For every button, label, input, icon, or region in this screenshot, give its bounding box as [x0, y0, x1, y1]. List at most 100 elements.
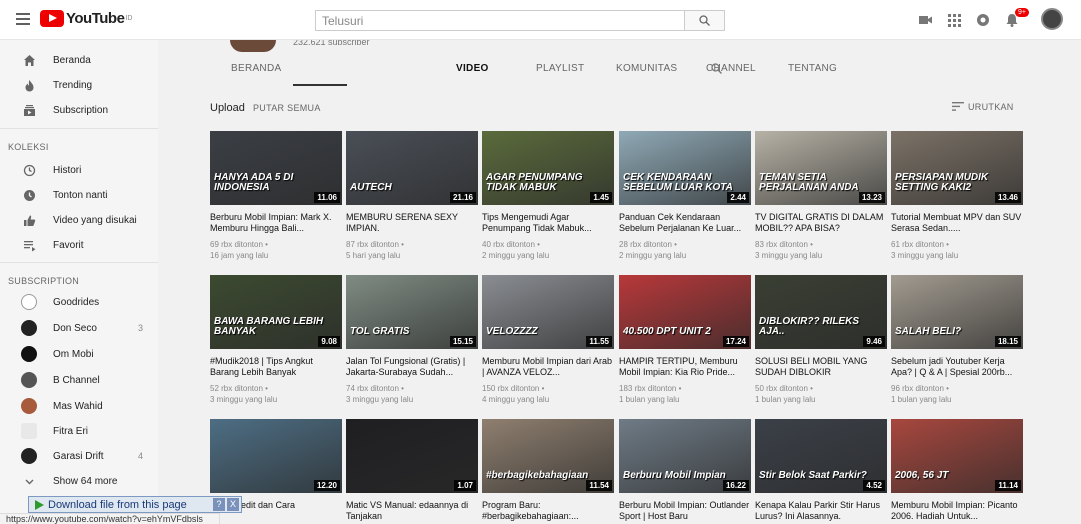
sidebar-subscription-garasi-drift[interactable]: Garasi Drift 4 [0, 444, 158, 468]
video-card[interactable]: AGAR PENUMPANG TIDAK MABUK 1.45 Tips Menge… [482, 131, 614, 263]
video-card[interactable]: #berbagikebahagiaan 11.54 Program Baru: #b… [482, 419, 614, 521]
video-title[interactable]: #Mudik2018 | Tips Angkut Barang Lebih Ba… [210, 356, 342, 378]
play-logo-icon [40, 10, 64, 27]
video-thumbnail[interactable]: Berburu Mobil Impian 16.22 [619, 419, 751, 493]
video-title[interactable]: SOLUSI BELI MOBIL YANG SUDAH DIBLOKIR [755, 356, 887, 378]
video-card[interactable]: 40.500 DPT UNIT 2 17.24 HAMPIR TERTIPU, Me… [619, 275, 751, 407]
channel-tabs: BERANDA VIDEO PLAYLIST KOMUNITAS CHANNEL… [158, 56, 1081, 86]
video-card[interactable]: PERSIAPAN MUDIK SETTING KAKI2 13.46 Tutori… [891, 131, 1023, 263]
sort-icon[interactable] [952, 102, 964, 111]
video-thumbnail[interactable]: PERSIAPAN MUDIK SETTING KAKI2 13.46 [891, 131, 1023, 205]
video-thumbnail[interactable]: 2006, 56 JT 11.14 [891, 419, 1023, 493]
video-thumbnail[interactable]: 12.20 [210, 419, 342, 493]
video-title[interactable]: Berburu Mobil Impian: Mark X. Memburu Hi… [210, 212, 342, 234]
video-title[interactable]: Tips Mengemudi Agar Penumpang Tidak Mabu… [482, 212, 614, 234]
video-title[interactable]: Memburu Mobil Impian dari Arab | AVANZA … [482, 356, 614, 378]
video-card[interactable]: DIBLOKIR?? RILEKS AJA.. 9.46 SOLUSI BELI M… [755, 275, 887, 407]
channel-avatar[interactable] [230, 40, 276, 52]
video-card[interactable]: SALAH BELI? 18.15 Sebelum jadi Youtuber Ke… [891, 275, 1023, 407]
video-card[interactable]: Berburu Mobil Impian 16.22 Berburu Mobil I… [619, 419, 751, 521]
sidebar-item-watch-later[interactable]: Tonton nanti [0, 183, 158, 207]
video-views: 83 rbx ditonton • [755, 240, 813, 249]
library-heading: KOLEKSI [8, 142, 49, 152]
tab-komunitas[interactable]: KOMUNITAS [616, 63, 677, 74]
video-thumbnail[interactable]: DIBLOKIR?? RILEKS AJA.. 9.46 [755, 275, 887, 349]
sidebar-item-subscriptions[interactable]: Subscription [0, 98, 158, 122]
sidebar-subscription-om-mobi[interactable]: Om Mobi [0, 342, 158, 366]
sidebar-item-history[interactable]: Histori [0, 158, 158, 182]
tab-playlist[interactable]: PLAYLIST [536, 63, 584, 74]
download-help-button[interactable]: ? [213, 498, 225, 511]
video-thumbnail[interactable]: 1.07 [346, 419, 478, 493]
tab-tentang[interactable]: TENTANG [788, 63, 837, 74]
video-meta: 28 rbx ditonton • 2 minggu yang lalu [619, 239, 751, 261]
sidebar-subscription-mas-wahid[interactable]: Mas Wahid [0, 394, 158, 418]
apps-grid-icon[interactable] [946, 12, 962, 28]
sidebar-item-favorites[interactable]: Favorit [0, 233, 158, 257]
video-card[interactable]: VELOZZZZ 11.55 Memburu Mobil Impian dari A… [482, 275, 614, 407]
search-button[interactable] [685, 10, 725, 31]
video-thumbnail[interactable]: Stir Belok Saat Parkir? 4.52 [755, 419, 887, 493]
tab-video[interactable]: VIDEO [456, 63, 489, 74]
video-title[interactable]: Berburu Mobil Impian: Outlander Sport | … [619, 500, 751, 522]
video-thumbnail[interactable]: 40.500 DPT UNIT 2 17.24 [619, 275, 751, 349]
video-card[interactable]: 2006, 56 JT 11.14 Memburu Mobil Impian: Pi… [891, 419, 1023, 521]
video-card[interactable]: 1.07 Matic VS Manual: edaannya di Tanjaka… [346, 419, 478, 521]
video-title[interactable]: Memburu Mobil Impian: Picanto 2006. Hadi… [891, 500, 1023, 522]
search-input[interactable]: Telusuri [315, 10, 685, 31]
video-thumbnail[interactable]: SALAH BELI? 18.15 [891, 275, 1023, 349]
youtube-logo[interactable]: YouTube ID [40, 10, 132, 27]
download-helper-bar[interactable]: Download file from this page ? X [28, 496, 242, 513]
video-title[interactable]: Sebelum jadi Youtuber Kerja Apa? | Q & A… [891, 356, 1023, 378]
channel-search-icon[interactable] [711, 63, 722, 74]
video-title[interactable]: Program Baru: #berbagikebahagiaan:... [482, 500, 614, 522]
download-close-button[interactable]: X [227, 498, 239, 511]
video-thumbnail[interactable]: VELOZZZZ 11.55 [482, 275, 614, 349]
video-thumbnail[interactable]: #berbagikebahagiaan 11.54 [482, 419, 614, 493]
video-thumbnail[interactable]: AGAR PENUMPANG TIDAK MABUK 1.45 [482, 131, 614, 205]
video-title[interactable]: Kenapa Kalau Parkir Stir Harus Lurus? In… [755, 500, 887, 522]
video-card[interactable]: AUTECH 21.16 MEMBURU SERENA SEXY IMPIAN. 87… [346, 131, 478, 263]
sidebar-subscription-fitra-eri[interactable]: Fitra Eri [0, 419, 158, 443]
messages-icon[interactable] [975, 12, 991, 28]
video-thumbnail[interactable]: HANYA ADA 5 DI INDONESIA 11.06 [210, 131, 342, 205]
video-title[interactable]: Panduan Cek Kendaraan Sebelum Perjalanan… [619, 212, 751, 234]
sidebar-subscription-don-seco[interactable]: Don Seco 3 [0, 316, 158, 340]
notification-badge: 9+ [1015, 8, 1029, 17]
download-label[interactable]: Download file from this page [48, 499, 187, 511]
menu-icon[interactable] [16, 13, 30, 25]
video-title[interactable]: MEMBURU SERENA SEXY IMPIAN. [346, 212, 478, 234]
channel-avatar [21, 346, 37, 362]
sidebar-item-trending[interactable]: Trending [0, 73, 158, 97]
video-thumbnail[interactable]: TEMAN SETIA PERJALANAN ANDA 13.23 [755, 131, 887, 205]
video-card[interactable]: TOL GRATIS 15.15 Jalan Tol Fungsional (Gra… [346, 275, 478, 407]
video-card[interactable]: Stir Belok Saat Parkir? 4.52 Kenapa Kalau … [755, 419, 887, 521]
upload-video-icon[interactable] [917, 12, 933, 28]
video-thumbnail[interactable]: BAWA BARANG LEBIH BANYAK 9.08 [210, 275, 342, 349]
video-meta: 96 rbx ditonton • 1 bulan yang lalu [891, 383, 1023, 405]
thumbnail-caption: 40.500 DPT UNIT 2 [623, 326, 711, 337]
video-thumbnail[interactable]: TOL GRATIS 15.15 [346, 275, 478, 349]
video-card[interactable]: CEK KENDARAAN SEBELUM LUAR KOTA 2.44 Pandu… [619, 131, 751, 263]
sidebar-item-liked-videos[interactable]: Video yang disukai [0, 208, 158, 232]
subscription-label: Fitra Eri [53, 425, 88, 437]
video-card[interactable]: TEMAN SETIA PERJALANAN ANDA 13.23 TV DIGIT… [755, 131, 887, 263]
video-thumbnail[interactable]: AUTECH 21.16 [346, 131, 478, 205]
video-card[interactable]: HANYA ADA 5 DI INDONESIA 11.06 Berburu Mob… [210, 131, 342, 263]
video-card[interactable]: BAWA BARANG LEBIH BANYAK 9.08 #Mudik2018 |… [210, 275, 342, 407]
tab-beranda[interactable]: BERANDA [231, 63, 281, 74]
account-avatar[interactable] [1041, 8, 1063, 30]
sort-button[interactable]: URUTKAN [968, 102, 1014, 112]
video-thumbnail[interactable]: CEK KENDARAAN SEBELUM LUAR KOTA 2.44 [619, 131, 751, 205]
video-title[interactable]: TV DIGITAL GRATIS DI DALAM MOBIL?? APA B… [755, 212, 887, 234]
sidebar-item-home[interactable]: Beranda [0, 48, 158, 72]
sidebar-subscription-b-channel[interactable]: B Channel [0, 368, 158, 392]
sidebar-subscription-goodrides[interactable]: Goodrides [0, 290, 158, 314]
video-title[interactable]: Jalan Tol Fungsional (Gratis) | Jakarta-… [346, 356, 478, 378]
video-meta: 74 rbx ditonton • 3 minggu yang lalu [346, 383, 478, 405]
video-title[interactable]: Tutorial Membuat MPV dan SUV Serasa Seda… [891, 212, 1023, 234]
sidebar-show-more[interactable]: Show 64 more [0, 469, 158, 493]
play-all-link[interactable]: PUTAR SEMUA [253, 103, 321, 113]
video-title[interactable]: Matic VS Manual: edaannya di Tanjakan [346, 500, 478, 522]
video-title[interactable]: HAMPIR TERTIPU, Memburu Mobil Impian: Ki… [619, 356, 751, 378]
